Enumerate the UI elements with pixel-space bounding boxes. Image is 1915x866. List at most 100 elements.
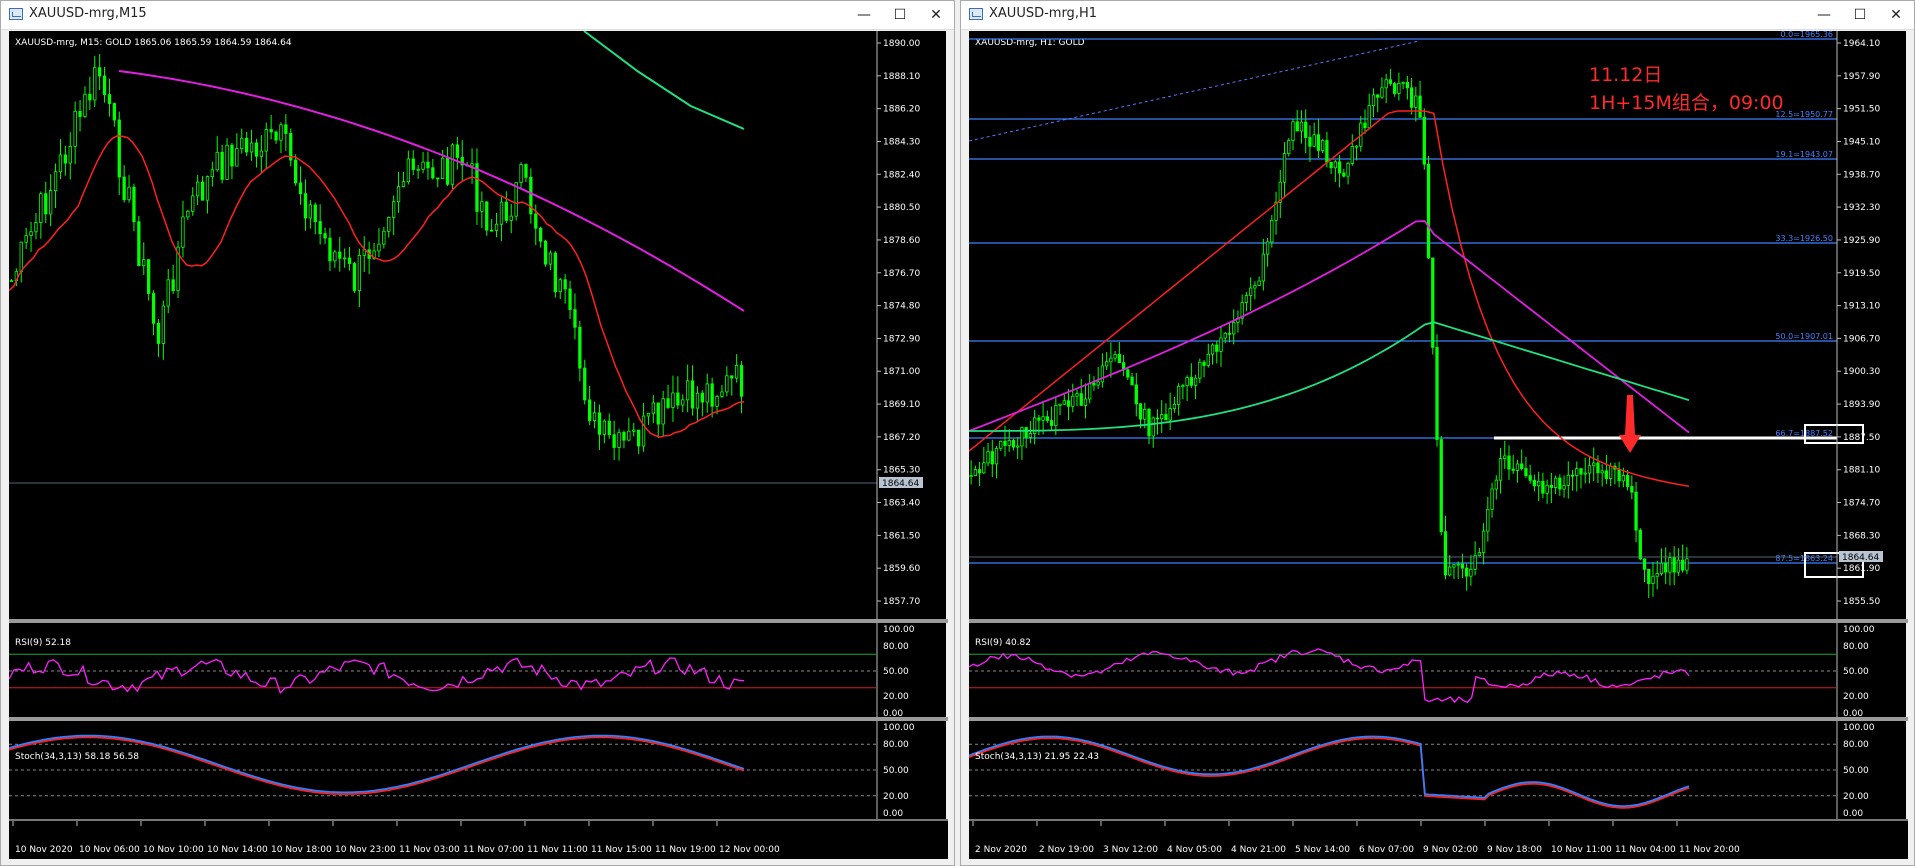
candle-body	[1448, 566, 1452, 576]
candle-body	[338, 251, 342, 259]
price-axis: 1890.00 1888.10 1886.20 1884.30 1882.40 1880.…	[876, 31, 923, 821]
candle-body	[1515, 463, 1520, 471]
h1-chart-canvas[interactable]: XAUUSD-mrg, H1: GOLD 0.0=1965.3612.5=195…	[969, 31, 1908, 859]
candle-body	[1265, 241, 1270, 255]
candle-body	[715, 395, 719, 407]
candle-body	[88, 93, 92, 101]
candle-body	[127, 186, 131, 201]
candle-body	[612, 434, 616, 448]
candle-body	[1350, 146, 1354, 164]
time-axis: 2 Nov 2020 2 Nov 19:00 3 Nov 12:00 4 Nov 05…	[969, 821, 1908, 859]
candle-body	[1541, 480, 1545, 494]
candle-body	[1363, 122, 1367, 129]
candle-body	[1028, 433, 1033, 438]
candle-body	[1185, 377, 1189, 386]
candle-body	[470, 163, 474, 167]
candle-body	[1304, 121, 1308, 138]
close-button[interactable]: ✕	[918, 1, 954, 29]
candle-body	[1426, 163, 1431, 259]
candle-body	[1113, 354, 1117, 359]
candle-body	[1151, 417, 1155, 437]
candle-body	[1138, 403, 1143, 420]
candle-body	[1435, 347, 1439, 440]
candle-body	[1261, 253, 1266, 282]
time-tick-label: 11 Nov 11:00	[527, 845, 588, 855]
time-tick-label: 11 Nov 07:00	[463, 845, 524, 855]
time-tick-label: 11 Nov 03:00	[399, 845, 460, 855]
chart-window-icon	[9, 8, 23, 20]
candle-body	[1257, 280, 1261, 286]
candle-body	[83, 93, 87, 117]
candle-body	[1668, 557, 1672, 573]
panel-separator	[9, 717, 948, 721]
rsi-label: RSI(9) 40.82	[975, 638, 1031, 648]
fib-level-label: 0.0=1965.36	[1780, 31, 1833, 39]
candle-body	[279, 124, 283, 141]
fib-level-label: 19.1=1943.07	[1775, 150, 1833, 159]
candle-body	[151, 293, 156, 324]
candle-body	[539, 227, 543, 242]
price-tick-label: 1925.90	[1843, 236, 1880, 246]
price-tick-label: 1863.40	[883, 499, 920, 509]
candle-body	[1579, 468, 1583, 475]
candle-body	[254, 142, 259, 157]
candle-body	[1049, 420, 1054, 426]
chart-header: XAUUSD-mrg, M15: GOLD 1865.06 1865.59 18…	[15, 38, 292, 48]
price-tick-label: 1857.70	[883, 597, 920, 607]
candle-body	[1414, 95, 1418, 108]
right-chart-window[interactable]: XAUUSD-mrg,H1 — ☐ ✕ XAUUSD-mrg, H1: GOLD…	[960, 0, 1915, 866]
candle-body	[646, 412, 651, 417]
stoch-tick-label: 80.00	[883, 740, 909, 750]
close-button[interactable]: ✕	[1878, 1, 1914, 29]
chart-window-icon	[969, 8, 983, 20]
candle-body	[973, 469, 978, 476]
candle-body	[235, 148, 239, 167]
time-tick-label: 11 Nov 04:00	[1615, 845, 1676, 855]
candle-body	[588, 399, 592, 421]
candle-body	[1168, 408, 1172, 421]
candle-body	[622, 431, 626, 441]
rsi-label: RSI(9) 52.18	[15, 638, 71, 648]
candle-body	[977, 469, 982, 474]
candle-body	[225, 144, 229, 180]
annotation-note: 1H+15M组合，09:00	[1589, 92, 1784, 114]
candle-body	[480, 201, 484, 212]
candle-body	[1244, 295, 1249, 303]
stoch-label: Stoch(34,3,13) 21.95 22.43	[975, 752, 1099, 762]
maximize-button[interactable]: ☐	[1842, 1, 1878, 29]
rsi-tick-label: 80.00	[1843, 642, 1869, 652]
candle-body	[1088, 382, 1092, 400]
time-tick-label: 9 Nov 18:00	[1487, 845, 1542, 855]
candle-body	[1469, 568, 1473, 577]
minimize-button[interactable]: —	[846, 1, 882, 29]
minimize-button[interactable]: —	[1806, 1, 1842, 29]
right-window-titlebar[interactable]: XAUUSD-mrg,H1 — ☐ ✕	[961, 1, 1914, 30]
left-window-titlebar[interactable]: XAUUSD-mrg,M15 — ☐ ✕	[1, 1, 954, 30]
time-tick-label: 6 Nov 07:00	[1359, 845, 1414, 855]
candle-body	[1202, 361, 1206, 366]
price-tick-label: 1893.90	[1843, 400, 1880, 410]
left-chart-area[interactable]: XAUUSD-mrg, M15: GOLD 1865.06 1865.59 18…	[9, 31, 948, 859]
candle-body	[1604, 470, 1609, 479]
candle-body	[1270, 219, 1274, 243]
current-price-value: 1864.64	[1842, 553, 1879, 563]
candle-body	[347, 257, 352, 264]
ma-slow-line	[583, 31, 745, 130]
left-chart-window[interactable]: XAUUSD-mrg,M15 — ☐ ✕ XAUUSD-mrg, M15: GO…	[0, 0, 955, 866]
candle-body	[1473, 555, 1477, 570]
candle-body	[39, 193, 43, 223]
candle-body	[1367, 105, 1371, 129]
candle-body	[1172, 403, 1177, 409]
candle-body	[308, 204, 313, 219]
candle-body	[1066, 400, 1071, 407]
candle-body	[1592, 462, 1596, 467]
candle-body	[220, 151, 224, 180]
right-chart-area[interactable]: XAUUSD-mrg, H1: GOLD 0.0=1965.36 12.5=195…	[969, 31, 1908, 859]
candle-body	[352, 263, 357, 291]
maximize-button[interactable]: ☐	[882, 1, 918, 29]
m15-chart-canvas[interactable]: XAUUSD-mrg, M15: GOLD 1865.06 1865.59 18…	[9, 31, 948, 859]
candle-body	[1481, 530, 1486, 553]
price-tick-label: 1957.90	[1843, 72, 1880, 82]
rsi-tick-label: 100.00	[1843, 625, 1875, 635]
stoch-tick-label: 100.00	[883, 723, 915, 733]
